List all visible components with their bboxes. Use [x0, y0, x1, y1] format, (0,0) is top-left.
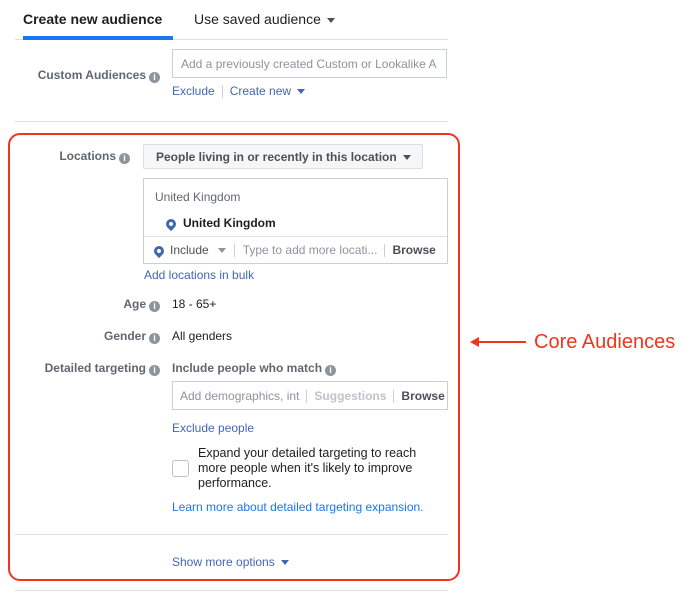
custom-audiences-label-text: Custom Audiences: [37, 68, 146, 82]
info-icon[interactable]: i: [149, 333, 160, 344]
location-type-label: People living in or recently in this loc…: [156, 150, 397, 164]
locations-label-text: Locations: [59, 149, 116, 163]
selected-location[interactable]: United Kingdom: [163, 216, 276, 231]
section-divider: [15, 121, 448, 122]
selected-location-label: United Kingdom: [183, 216, 276, 230]
create-new-link[interactable]: Create new: [229, 84, 306, 98]
chevron-down-icon: [297, 89, 306, 95]
custom-audiences-label: Custom Audiences i: [20, 68, 160, 83]
info-icon[interactable]: i: [149, 301, 160, 312]
expand-text-line: Expand your detailed targeting to reach: [198, 446, 417, 460]
custom-audiences-actions: Exclude Create new: [172, 84, 306, 99]
separator: [233, 244, 235, 258]
add-locations-bulk-link[interactable]: Add locations in bulk: [144, 268, 254, 282]
info-icon[interactable]: i: [325, 365, 337, 376]
annotation-arrow-line: [472, 341, 526, 343]
expand-text-line: performance.: [198, 476, 272, 490]
audience-tabs: Create new audience Use saved audience: [15, 0, 448, 40]
detailed-targeting-input[interactable]: Add demographics, int Suggestions Browse: [172, 381, 448, 410]
exclude-people-link[interactable]: Exclude people: [172, 421, 254, 435]
locations-box: United Kingdom United Kingdom Include Typ…: [143, 178, 448, 264]
chevron-down-icon: [280, 560, 289, 566]
age-label-text: Age: [123, 297, 146, 311]
include-people-heading-text: Include people who match: [172, 361, 323, 375]
separator: [393, 390, 395, 404]
location-type-select[interactable]: People living in or recently in this loc…: [143, 144, 423, 169]
location-pin-icon: [151, 243, 167, 258]
exclude-link[interactable]: Exclude: [172, 84, 215, 98]
gender-label-text: Gender: [103, 329, 146, 343]
expand-targeting-text: Expand your detailed targeting to reach …: [198, 446, 416, 491]
gender-value[interactable]: All genders: [172, 329, 232, 343]
gender-label: Gender i: [20, 329, 160, 344]
chevron-down-icon: [326, 17, 335, 23]
separator: [384, 244, 386, 258]
tab-use-saved-audience[interactable]: Use saved audience: [194, 11, 335, 27]
chevron-down-icon: [402, 155, 411, 161]
expand-targeting-checkbox[interactable]: [172, 460, 189, 477]
chevron-down-icon: [217, 248, 226, 254]
section-divider: [15, 534, 448, 535]
suggestions-button[interactable]: Suggestions: [314, 389, 386, 403]
location-search-row: Include Type to add more locati... Browse: [144, 236, 447, 264]
include-people-heading: Include people who match i: [172, 361, 337, 376]
show-more-options-link[interactable]: Show more options: [172, 555, 289, 569]
separator: [306, 390, 308, 404]
detailed-targeting-placeholder: Add demographics, int: [180, 389, 300, 403]
tab-create-new-audience[interactable]: Create new audience: [23, 11, 162, 27]
custom-audiences-placeholder: Add a previously created Custom or Looka…: [181, 57, 437, 71]
location-pin-icon: [163, 216, 179, 231]
include-select[interactable]: Include: [151, 243, 226, 258]
info-icon[interactable]: i: [119, 153, 130, 164]
info-icon[interactable]: i: [149, 365, 160, 376]
age-value[interactable]: 18 - 65+: [172, 297, 216, 311]
info-icon[interactable]: i: [149, 72, 160, 83]
learn-more-link[interactable]: Learn more about detailed targeting expa…: [172, 500, 424, 514]
core-audiences-annotation: Core Audiences: [534, 331, 676, 353]
show-more-label: Show more options: [172, 555, 275, 569]
browse-locations-button[interactable]: Browse: [392, 243, 435, 257]
separator: [221, 85, 223, 99]
location-search-input[interactable]: Type to add more locati...: [243, 243, 378, 257]
custom-audiences-input[interactable]: Add a previously created Custom or Looka…: [172, 49, 447, 78]
expand-text-line: more people when it's likely to improve: [198, 461, 413, 475]
age-label: Age i: [20, 297, 160, 312]
active-tab-indicator: [23, 36, 173, 40]
tab-use-saved-label: Use saved audience: [194, 11, 321, 27]
location-group-header: United Kingdom: [155, 190, 241, 204]
detailed-targeting-label-text: Detailed targeting: [44, 361, 146, 375]
section-divider: [15, 590, 448, 591]
create-new-label: Create new: [229, 84, 292, 98]
locations-label: Locations i: [20, 149, 130, 164]
detailed-targeting-label: Detailed targeting i: [20, 361, 160, 376]
browse-targeting-button[interactable]: Browse: [401, 389, 444, 403]
include-label: Include: [170, 243, 209, 257]
